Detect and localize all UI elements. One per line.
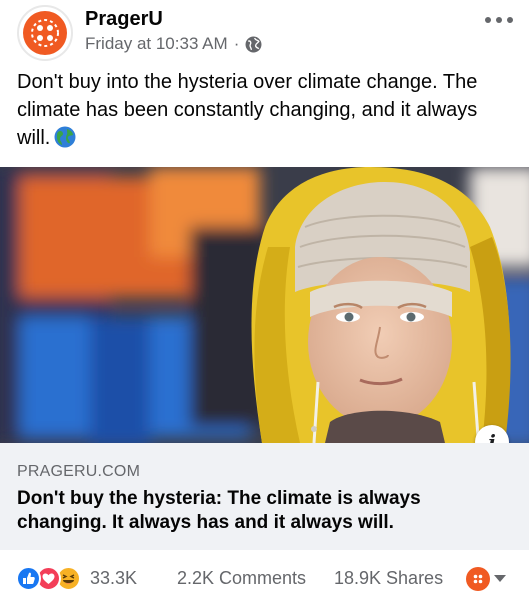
earth-globe-emoji	[54, 126, 76, 148]
photo-girl-yellow-raincoat	[0, 167, 529, 443]
globe-icon	[245, 36, 262, 52]
link-preview-card[interactable]: PRAGERU.COM Don't buy the hysteria: The …	[0, 443, 529, 550]
reaction-icons[interactable]	[16, 566, 88, 592]
shares-count[interactable]: 18.9K Shares	[334, 568, 443, 589]
engagement-bar: 33.3K 2.2K Comments 18.9K Shares	[0, 550, 529, 600]
post-timestamp[interactable]: Friday at 10:33 AM	[85, 34, 228, 54]
post-message: Don't buy into the hysteria over climate…	[17, 68, 507, 152]
link-title[interactable]: Don't buy the hysteria: The climate is a…	[17, 487, 497, 535]
comments-count[interactable]: 2.2K Comments	[177, 568, 306, 589]
prageru-logo-icon	[23, 11, 67, 55]
post-header: PragerU Friday at 10:33 AM ·	[0, 0, 529, 62]
reaction-count[interactable]: 33.3K	[90, 568, 137, 589]
meta-separator: ·	[233, 34, 240, 53]
post-meta: Friday at 10:33 AM ·	[85, 34, 262, 54]
chevron-down-icon[interactable]	[494, 575, 506, 582]
more-options-icon[interactable]	[485, 12, 513, 28]
like-reaction-icon	[16, 566, 41, 591]
link-domain: PRAGERU.COM	[17, 463, 141, 480]
actor-avatar-icon[interactable]	[466, 567, 490, 591]
page-name[interactable]: PragerU	[85, 8, 163, 31]
post-text: Don't buy into the hysteria over climate…	[17, 71, 478, 149]
link-preview-image[interactable]	[0, 167, 529, 443]
page-avatar[interactable]	[17, 5, 73, 61]
